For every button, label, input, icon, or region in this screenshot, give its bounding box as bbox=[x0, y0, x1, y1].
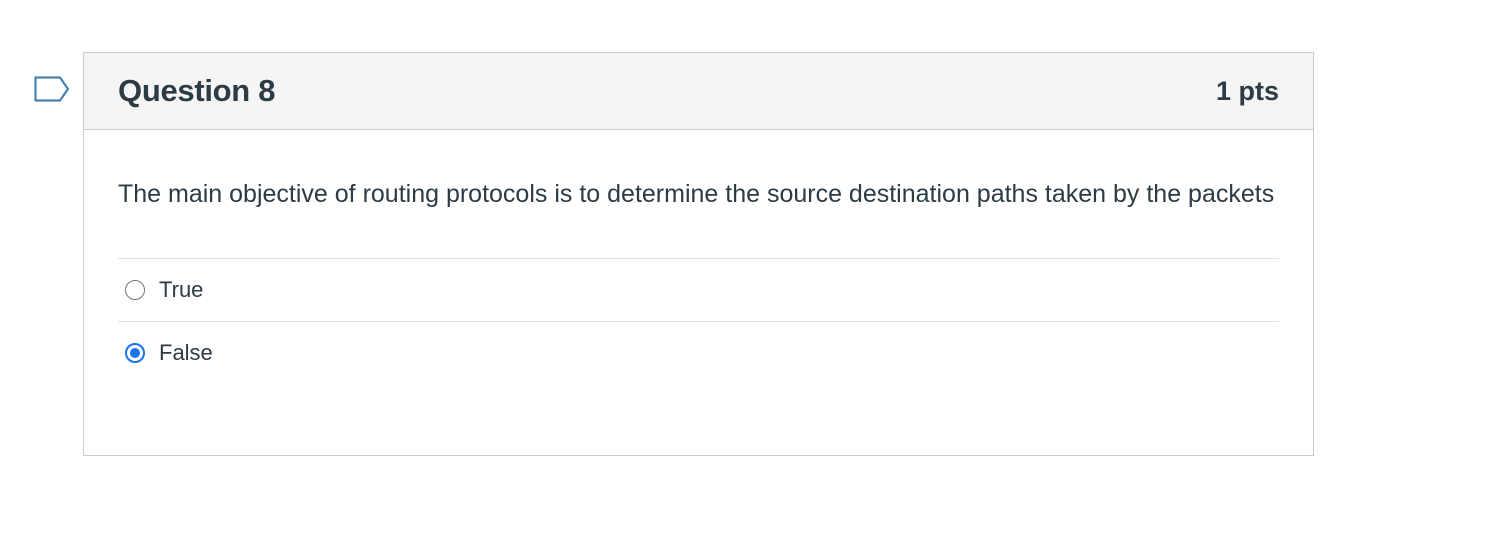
radio-button-false[interactable] bbox=[125, 343, 145, 363]
flag-question-icon[interactable] bbox=[34, 76, 70, 102]
question-text: The main objective of routing protocols … bbox=[118, 180, 1275, 208]
answer-option-false[interactable]: False bbox=[118, 322, 1279, 384]
answer-label-false[interactable]: False bbox=[159, 340, 213, 366]
question-body: The main objective of routing protocols … bbox=[84, 130, 1313, 384]
question-points: 1 pts bbox=[1215, 75, 1279, 106]
question-title: Question 8 bbox=[118, 73, 276, 108]
answer-option-true[interactable]: True bbox=[118, 259, 1279, 322]
answer-label-true[interactable]: True bbox=[159, 277, 203, 303]
question-card: Question 8 1 pts The main objective of r… bbox=[83, 52, 1314, 456]
question-header: Question 8 1 pts bbox=[84, 53, 1313, 130]
radio-button-true[interactable] bbox=[125, 280, 145, 300]
answer-list: True False bbox=[118, 258, 1279, 384]
